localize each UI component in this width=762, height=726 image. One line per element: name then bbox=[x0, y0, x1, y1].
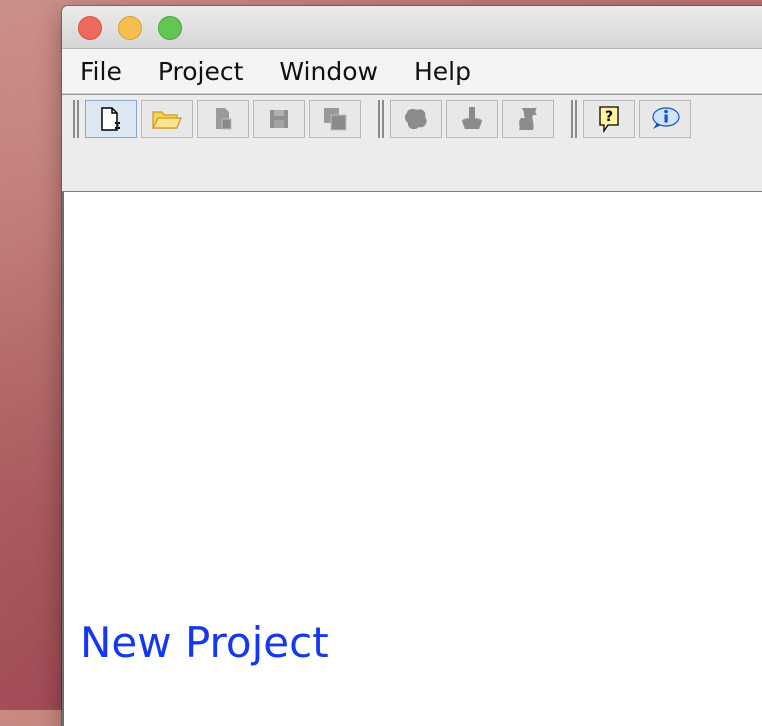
copy-file-button[interactable] bbox=[197, 100, 249, 138]
save-button[interactable] bbox=[253, 100, 305, 138]
menu-window[interactable]: Window bbox=[279, 57, 378, 86]
toolbar-grip[interactable] bbox=[72, 100, 81, 138]
save-all-icon bbox=[321, 105, 349, 133]
menu-help[interactable]: Help bbox=[414, 57, 471, 86]
info-icon bbox=[649, 105, 681, 133]
copy-file-icon bbox=[210, 105, 236, 133]
menu-file[interactable]: File bbox=[80, 57, 122, 86]
script-icon bbox=[513, 104, 543, 134]
run-icon bbox=[401, 105, 431, 133]
help-icon: ? bbox=[595, 104, 623, 134]
toolbar: ? bbox=[62, 94, 762, 193]
save-disk-icon bbox=[266, 106, 292, 132]
title-bar[interactable] bbox=[62, 6, 762, 49]
svg-text:?: ? bbox=[605, 109, 613, 125]
new-file-icon bbox=[97, 105, 125, 133]
close-window-button[interactable] bbox=[78, 16, 102, 40]
project-title[interactable]: New Project bbox=[80, 618, 329, 667]
project-area[interactable]: New Project bbox=[62, 192, 762, 726]
info-button[interactable] bbox=[639, 100, 691, 138]
open-folder-button[interactable] bbox=[141, 100, 193, 138]
open-folder-icon bbox=[151, 106, 183, 132]
help-button[interactable]: ? bbox=[583, 100, 635, 138]
menu-bar: File Project Window Help bbox=[62, 49, 762, 94]
script-button[interactable] bbox=[502, 100, 554, 138]
zoom-window-button[interactable] bbox=[158, 16, 182, 40]
new-file-button[interactable] bbox=[85, 100, 137, 138]
debug-icon bbox=[457, 105, 487, 133]
toolbar-grip[interactable] bbox=[570, 100, 579, 138]
debug-button[interactable] bbox=[446, 100, 498, 138]
save-all-button[interactable] bbox=[309, 100, 361, 138]
toolbar-grip[interactable] bbox=[377, 100, 386, 138]
minimize-window-button[interactable] bbox=[118, 16, 142, 40]
app-window: File Project Window Help ? New Project bbox=[62, 6, 762, 726]
run-button[interactable] bbox=[390, 100, 442, 138]
menu-project[interactable]: Project bbox=[158, 57, 244, 86]
